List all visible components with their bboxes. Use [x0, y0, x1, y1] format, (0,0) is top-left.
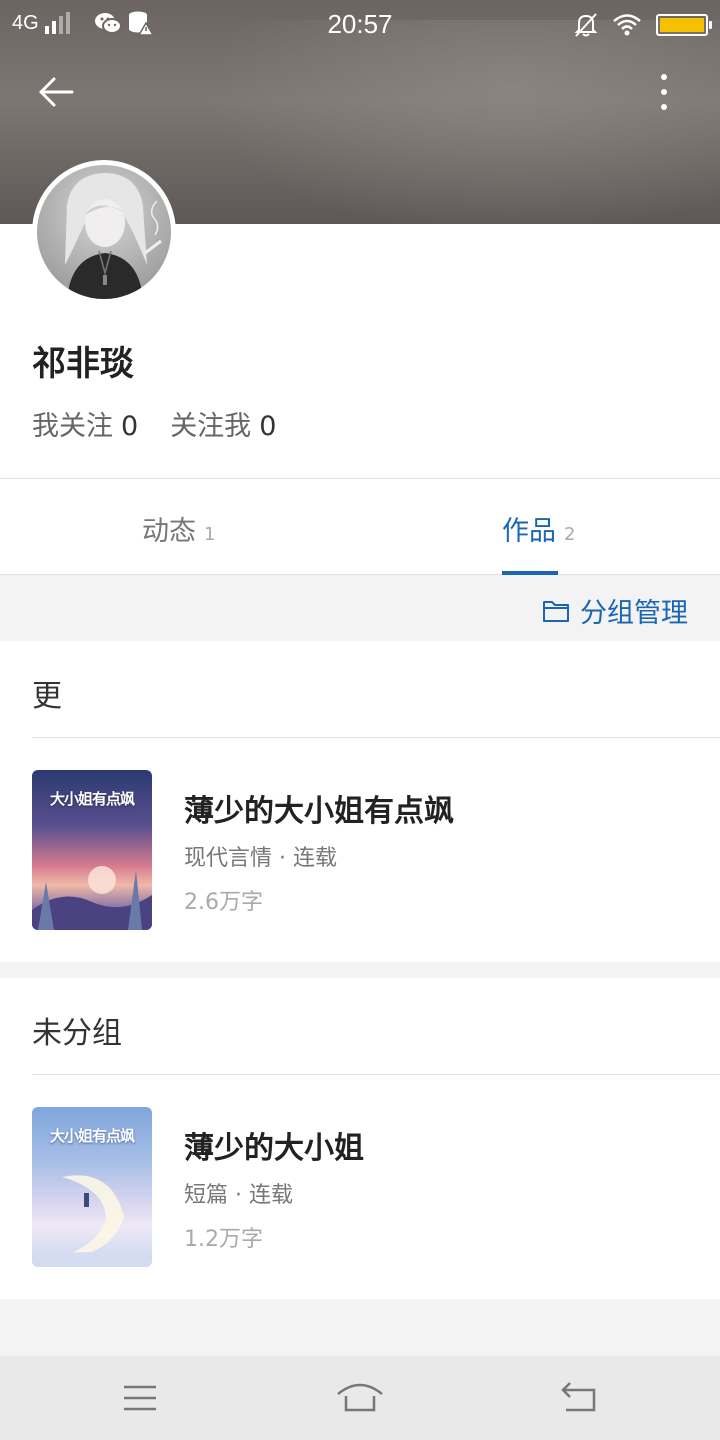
followers-count: 0	[259, 411, 277, 442]
book-cover: 大小姐有点飒	[32, 1107, 152, 1267]
more-vertical-icon	[661, 74, 667, 110]
status-right	[574, 12, 712, 38]
following-label: 我关注	[32, 411, 113, 442]
followers-label: 关注我	[170, 411, 252, 442]
followers-stat[interactable]: 关注我 0	[170, 404, 276, 443]
book-title: 薄少的大小姐有点飒	[184, 794, 454, 829]
nav-menu-button[interactable]	[116, 1378, 164, 1418]
system-nav-bar	[0, 1356, 720, 1440]
group-title: 更	[32, 679, 62, 714]
battery-icon	[656, 14, 712, 36]
book-word-count: 1.2万字	[184, 1227, 263, 1252]
group-manage-bar: 分组管理	[0, 575, 720, 641]
avatar-image	[37, 165, 171, 299]
group-card: 更 大小姐有点飒 薄少的大小姐有点飒 现代言情 · 连载 2.6万字	[0, 641, 720, 962]
back-button[interactable]	[36, 72, 76, 112]
tab-count: 1	[204, 524, 216, 545]
avatar[interactable]	[32, 160, 176, 304]
book-meta: 现代言情 · 连载	[184, 846, 337, 871]
folder-icon	[543, 600, 569, 622]
status-bar: 4G 20:57	[0, 0, 720, 50]
battery-level	[660, 18, 704, 32]
tab-dynamic[interactable]: 动态 1	[142, 509, 215, 548]
group-divider	[32, 1074, 720, 1075]
nav-back-button[interactable]	[556, 1378, 604, 1418]
cover-art	[32, 1175, 152, 1267]
book-word-count: 2.6万字	[184, 890, 263, 915]
book-item[interactable]: 大小姐有点飒 薄少的大小姐 短篇 · 连载 1.2万字	[32, 1107, 720, 1267]
wifi-icon	[613, 14, 641, 36]
nav-home-button[interactable]	[336, 1378, 384, 1418]
return-icon	[561, 1382, 596, 1412]
mute-icon	[574, 13, 598, 37]
cover-art	[32, 866, 152, 930]
following-count: 0	[121, 411, 139, 442]
group-manage-button[interactable]: 分组管理	[542, 591, 688, 630]
menu-icon	[124, 1385, 156, 1411]
book-meta: 短篇 · 连载	[184, 1183, 293, 1208]
banner-glow	[200, 20, 720, 224]
book-title: 薄少的大小姐	[184, 1131, 364, 1166]
tab-count: 2	[564, 524, 576, 545]
tab-works[interactable]: 作品 2	[502, 509, 575, 548]
profile-name: 祁非琰	[32, 344, 134, 384]
group-manage-label: 分组管理	[580, 598, 688, 629]
following-stat[interactable]: 我关注 0	[32, 404, 138, 443]
tab-bar: 动态 1 作品 2	[0, 479, 720, 575]
more-button[interactable]	[648, 72, 680, 112]
book-cover: 大小姐有点飒	[32, 770, 152, 930]
tab-label: 动态	[142, 516, 196, 547]
avatar-portrait-icon	[65, 173, 162, 299]
follow-stats: 我关注 0 关注我 0	[32, 404, 276, 443]
home-icon	[337, 1383, 383, 1412]
arrow-left-icon	[39, 77, 74, 107]
book-item[interactable]: 大小姐有点飒 薄少的大小姐有点飒 现代言情 · 连载 2.6万字	[32, 770, 720, 930]
tab-label: 作品	[502, 516, 556, 547]
group-title: 未分组	[32, 1016, 122, 1051]
group-divider	[32, 737, 720, 738]
group-card: 未分组 大小姐有点飒 薄少的大小姐 短篇 · 连载 1.2万字	[0, 978, 720, 1299]
